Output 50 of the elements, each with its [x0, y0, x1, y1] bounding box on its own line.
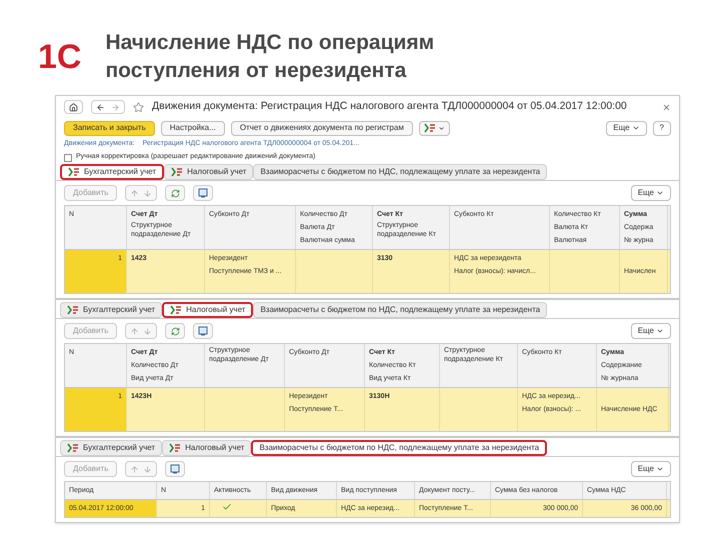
- window-title: Движения документа: Регистрация НДС налогового агента ТДЛ000000004 от 05.04.2017 12:00:00: [152, 99, 627, 114]
- caret-icon: [656, 189, 664, 197]
- toolbar-button[interactable]: Отчет о движениях документа по регистрам: [230, 120, 413, 136]
- monitor-icon: [198, 326, 208, 336]
- more-button[interactable]: Еще: [630, 185, 671, 201]
- refresh-button[interactable]: [165, 185, 186, 201]
- register-button[interactable]: [165, 461, 186, 477]
- debit-credit-icon: [68, 167, 80, 177]
- favorite-star-icon[interactable]: [133, 102, 144, 112]
- home-icon: [69, 102, 78, 112]
- caret-icon: [656, 327, 664, 335]
- refresh-icon: [170, 326, 180, 336]
- debit-credit-icon: [67, 443, 79, 453]
- more-button[interactable]: Еще: [630, 323, 671, 339]
- checkmark-icon: [222, 502, 232, 512]
- close-icon[interactable]: [662, 102, 671, 112]
- back-icon[interactable]: [96, 102, 105, 112]
- more-button[interactable]: Еще: [630, 461, 671, 477]
- register-button[interactable]: [193, 323, 214, 339]
- save-and-close-button[interactable]: Записать и закрыть: [64, 120, 155, 136]
- more-button[interactable]: Еще: [606, 120, 647, 136]
- tab[interactable]: Взаиморасчеты с бюджетом по НДС, подлежащему уплате за нерезидента: [253, 302, 548, 318]
- tab[interactable]: Налоговый учет: [162, 440, 252, 456]
- refresh-icon: [170, 188, 180, 198]
- manual-edit-checkbox[interactable]: [64, 154, 72, 162]
- slide-title: Начисление НДС по операциям поступления от нерезидента: [105, 30, 436, 84]
- tab[interactable]: Бухгалтерский учет: [60, 302, 162, 318]
- debit-credit-icon: [424, 123, 436, 133]
- tab[interactable]: Бухгалтерский учет: [60, 440, 162, 456]
- caret-icon: [632, 124, 640, 132]
- tab[interactable]: Взаиморасчеты с бюджетом по НДС, подлежащему уплате за нерезидента: [253, 164, 548, 180]
- debit-credit-icon: [171, 167, 184, 177]
- caret-icon: [656, 465, 664, 473]
- logo: 1С: [38, 40, 82, 74]
- tab[interactable]: Налоговый учет: [164, 164, 254, 180]
- tab[interactable]: Взаиморасчеты с бюджетом по НДС, подлежащему уплате за нерезидента: [251, 440, 548, 456]
- toolbar-button[interactable]: Настройка...: [160, 120, 225, 136]
- register-button[interactable]: [193, 185, 214, 201]
- monitor-icon: [170, 464, 180, 474]
- debit-credit-icon: [170, 305, 182, 315]
- home-button[interactable]: [64, 100, 83, 114]
- forward-icon[interactable]: [111, 102, 120, 112]
- debit-credit-icon: [169, 443, 182, 453]
- refresh-button[interactable]: [165, 323, 186, 339]
- help-button[interactable]: ?: [652, 120, 671, 136]
- debit-credit-icon: [67, 305, 79, 315]
- monitor-icon: [198, 188, 208, 198]
- debit-credit-menu-button[interactable]: [418, 120, 450, 136]
- caret-icon: [438, 124, 445, 132]
- tab[interactable]: Бухгалтерский учет: [60, 164, 164, 180]
